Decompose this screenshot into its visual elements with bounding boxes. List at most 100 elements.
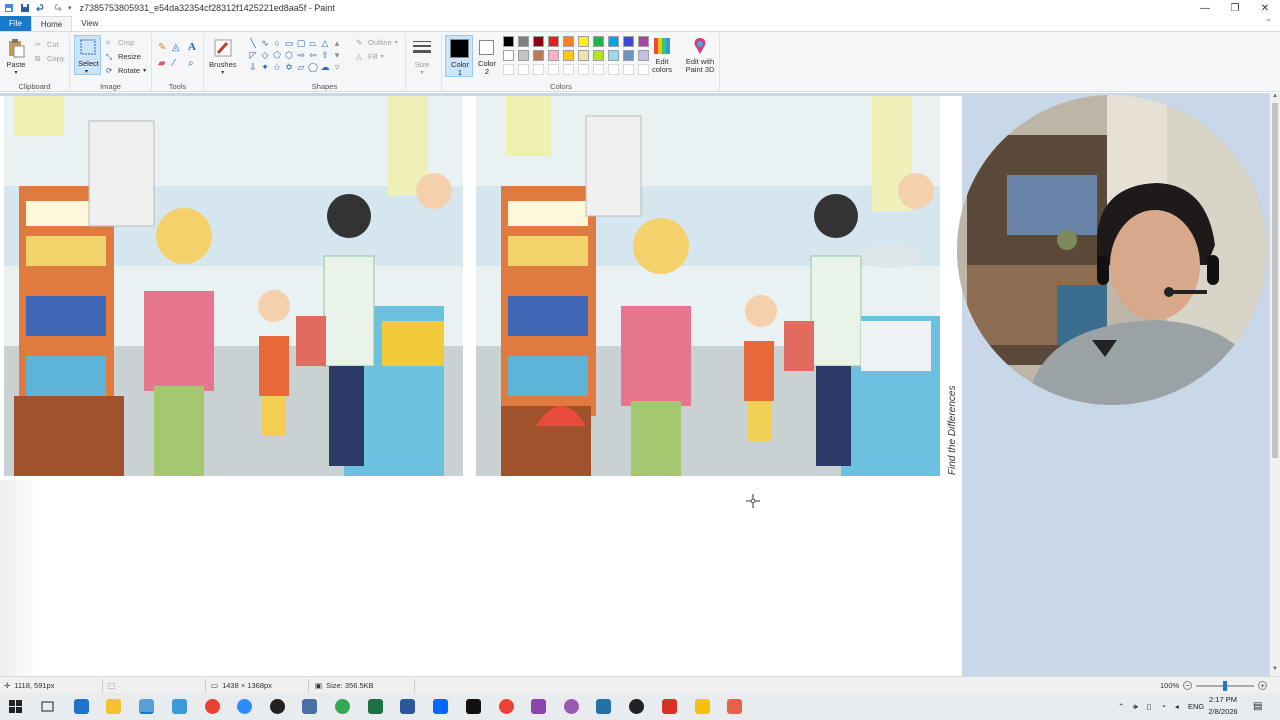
color1-button[interactable]: Color 1 [445,35,473,77]
store-icon[interactable] [74,699,89,714]
minimize-button[interactable]: — [1190,0,1220,16]
fill-bucket-icon[interactable]: ◬ [172,42,180,53]
show-hidden-icons-icon[interactable]: ⌃ [1118,702,1124,711]
notifications-icon[interactable]: ▤ [1253,701,1262,712]
tab-file[interactable]: File [0,16,31,31]
custom-palette-swatch[interactable] [563,64,574,75]
paste-button[interactable]: Paste ▾ [6,38,26,76]
zoom-slider[interactable] [1196,680,1255,691]
excel-icon[interactable] [368,699,383,714]
palette-swatch[interactable] [608,36,619,47]
six-point-star-shape-icon[interactable]: ✡ [284,62,294,72]
media-player-icon[interactable] [270,699,285,714]
tab-home[interactable]: Home [30,16,73,31]
maximize-button[interactable]: ❐ [1220,0,1250,16]
app-extra-icon[interactable] [727,699,742,714]
brushes-button[interactable]: Brushes ▾ [209,38,237,76]
shapes-scroll-down-icon[interactable]: ▾ [332,50,342,60]
snipping-tool-icon[interactable] [596,699,611,714]
redo-icon[interactable] [52,3,62,13]
scroll-down-icon[interactable]: ▼ [1270,666,1280,676]
palette-swatch[interactable] [533,36,544,47]
hexagon-shape-icon[interactable]: ⬡ [284,50,294,60]
diamond-shape-icon[interactable]: ◇ [260,50,270,60]
ribbon-collapse-icon[interactable]: ⌃ [1265,18,1272,27]
palette-swatch[interactable] [638,36,649,47]
cloud-callout-shape-icon[interactable]: ☁ [320,62,330,72]
palette-swatch[interactable] [548,50,559,61]
zoom-out-icon[interactable]: − [1183,681,1193,690]
custom-palette-swatch[interactable] [518,64,529,75]
clock[interactable]: 2:17 PM 2/8/2026 [1203,694,1243,718]
volume-icon[interactable]: ◂ [1175,702,1179,711]
custom-palette-swatch[interactable] [638,64,649,75]
outline-button[interactable]: ✎ Outline ▾ [356,38,398,47]
right-triangle-shape-icon[interactable]: ◸ [248,50,258,60]
palette-swatch[interactable] [623,36,634,47]
palette-swatch[interactable] [638,50,649,61]
network-icon[interactable]: ▯ [1147,702,1151,711]
brushes-dropdown-icon[interactable]: ▾ [221,69,224,76]
camera-icon[interactable] [629,699,644,714]
resize-button[interactable]: ⤡ Resize [106,52,141,61]
size-button[interactable]: Size ▾ [412,38,432,76]
callout-oval-shape-icon[interactable]: ◯ [308,62,318,72]
windows-start-icon[interactable] [8,699,23,714]
palette-swatch[interactable] [503,50,514,61]
capcut-icon[interactable] [466,699,481,714]
palette-swatch[interactable] [548,36,559,47]
four-point-star-shape-icon[interactable]: ✦ [260,62,270,72]
color2-button[interactable]: Color 2 [476,35,498,77]
chrome-profile-icon[interactable] [335,699,350,714]
zoom-in-icon[interactable]: + [1258,681,1268,690]
custom-palette-swatch[interactable] [548,64,559,75]
up-arrow-shape-icon[interactable]: ⇧ [320,50,330,60]
rotate-dropdown-icon[interactable]: ▾ [143,67,146,74]
edit-with-paint3d-button[interactable]: Edit with Paint 3D [682,36,718,74]
word-icon[interactable] [400,699,415,714]
crop-button[interactable]: ⌗ Crop [106,38,134,47]
custom-palette-swatch[interactable] [623,64,634,75]
palette-swatch[interactable] [578,50,589,61]
custom-palette-swatch[interactable] [578,64,589,75]
pencil-icon[interactable]: ✎ [158,42,166,53]
file-explorer-icon[interactable] [106,699,121,714]
palette-swatch[interactable] [563,36,574,47]
line-shape-icon[interactable]: ╲ [248,38,258,48]
palette-swatch[interactable] [533,50,544,61]
photos-icon[interactable] [531,699,546,714]
down-arrow-shape-icon[interactable]: ⇩ [248,62,258,72]
zoom-slider-thumb[interactable] [1223,680,1228,691]
custom-palette-swatch[interactable] [533,64,544,75]
shapes-expand-icon[interactable]: ▿ [332,62,342,72]
custom-palette-swatch[interactable] [593,64,604,75]
chrome-icon[interactable] [205,699,220,714]
cut-button[interactable]: ✂ Cut [35,40,59,49]
paint-taskbar-icon[interactable] [139,699,154,714]
gmail-icon[interactable] [662,699,677,714]
palette-swatch[interactable] [503,36,514,47]
palette-swatch[interactable] [578,36,589,47]
rectangle-shape-icon[interactable]: ▭ [284,38,294,48]
shapes-scroll-up-icon[interactable]: ▴ [332,38,342,48]
palette-swatch[interactable] [593,50,604,61]
scroll-up-icon[interactable]: ▲ [1270,93,1280,103]
save-icon[interactable] [20,3,30,13]
task-view-icon[interactable] [40,699,55,714]
right-arrow-shape-icon[interactable]: ⇨ [296,50,306,60]
magnifier-icon[interactable]: ⌕ [188,58,194,69]
tab-view[interactable]: View [72,16,107,31]
notes-icon[interactable] [695,699,710,714]
vertical-scrollbar[interactable]: ▲ ▼ [1270,93,1280,676]
wifi-icon[interactable]: ◔ [1161,702,1166,711]
rounded-rect-shape-icon[interactable]: ▢ [296,38,306,48]
zalo-icon[interactable] [433,699,448,714]
paint3d-taskbar-icon[interactable] [564,699,579,714]
paste-dropdown-icon[interactable]: ▾ [14,69,17,76]
curve-shape-icon[interactable]: ∿ [260,38,270,48]
rotate-button[interactable]: ⟳ Rotate ▾ [106,66,146,75]
select-button[interactable]: Select ▾ [74,35,101,75]
fill-button[interactable]: ◬ Fill ▾ [356,52,384,61]
palette-swatch[interactable] [608,50,619,61]
custom-palette-swatch[interactable] [608,64,619,75]
